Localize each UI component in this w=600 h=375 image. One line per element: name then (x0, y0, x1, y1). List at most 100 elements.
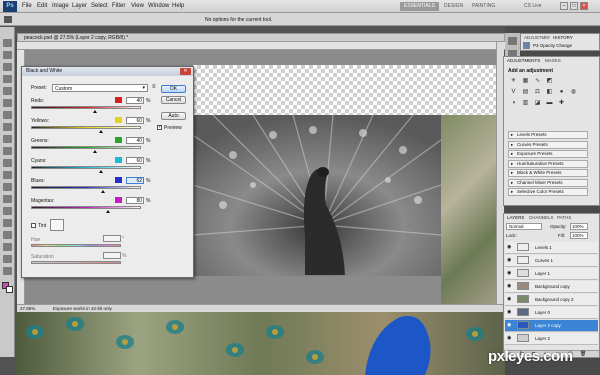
preset-row[interactable]: ▸ Levels Presets (508, 131, 588, 139)
visibility-eye-icon[interactable]: ◉ (507, 294, 511, 304)
eraser-tool-icon[interactable] (3, 159, 12, 167)
tool-preset-icon[interactable] (4, 16, 12, 23)
eyedropper-tool-icon[interactable] (3, 99, 12, 107)
hue-saturation-icon[interactable]: ▤ (522, 89, 529, 96)
zoom-tool-icon[interactable] (3, 267, 12, 275)
workspace-design[interactable]: DESIGN (440, 2, 467, 11)
preset-row[interactable]: ▸ Exposure Presets (508, 150, 588, 158)
gradient-map-icon[interactable]: ▬ (546, 100, 553, 107)
tab-paths[interactable]: PATHS (554, 214, 574, 221)
greens-value-field[interactable]: 40 (126, 137, 144, 144)
greens-slider-thumb[interactable] (92, 150, 97, 153)
hue-slider-track[interactable] (31, 244, 121, 247)
cancel-button[interactable]: Cancel (161, 96, 186, 104)
layer-row[interactable]: ◉ Levels 1 (505, 242, 598, 254)
auto-button[interactable]: Auto (161, 112, 186, 120)
menu-select[interactable]: Select (91, 3, 108, 9)
saturation-slider-track[interactable] (31, 261, 121, 264)
tab-masks[interactable]: MASKS (542, 57, 564, 64)
move-tool-icon[interactable] (3, 39, 12, 47)
history-item[interactable]: P3 Opacity Change (533, 43, 572, 48)
reds-value-field[interactable]: 40 (126, 97, 144, 104)
yellows-slider-thumb[interactable] (99, 130, 104, 133)
layer-row[interactable]: ◉ Layer 2 (505, 333, 598, 345)
opacity-field[interactable]: 100% (570, 223, 588, 230)
exposure-icon[interactable]: ◩ (546, 78, 553, 85)
visibility-eye-icon[interactable]: ◉ (507, 242, 511, 252)
close-icon[interactable]: × (580, 2, 588, 10)
preset-row[interactable]: ▸ Channel Mixer Presets (508, 178, 588, 187)
preset-row[interactable]: ▸ Black & White Presets (508, 169, 588, 177)
menu-file[interactable]: File (22, 3, 32, 9)
magentas-slider-thumb[interactable] (106, 210, 110, 213)
tab-adjustments[interactable]: ADJUSTMENTS (504, 57, 544, 64)
quick-select-tool-icon[interactable] (3, 75, 12, 83)
black-white-icon[interactable]: ◧ (546, 89, 553, 96)
document-tab[interactable]: peacock.psd @ 27.5% (Layer 2 copy, RGB/8… (17, 33, 505, 42)
menu-filter[interactable]: Filter (112, 3, 125, 9)
menu-help[interactable]: Help (172, 3, 184, 9)
layer-row[interactable]: ◉ Layer 0 (505, 307, 598, 319)
reds-slider-thumb[interactable] (92, 110, 97, 113)
visibility-eye-icon[interactable]: ◉ (507, 307, 511, 317)
layer-row[interactable]: ◉ Layer 1 (505, 268, 598, 280)
fill-field[interactable]: 100% (570, 232, 588, 239)
magentas-slider-track[interactable] (31, 206, 141, 209)
dodge-tool-icon[interactable] (3, 195, 12, 203)
invert-icon[interactable]: ◑ (510, 100, 517, 107)
background-color-swatch[interactable] (6, 286, 13, 293)
yellows-slider-track[interactable] (31, 126, 141, 129)
crop-tool-icon[interactable] (3, 87, 12, 95)
tint-color-swatch[interactable] (50, 219, 64, 231)
path-select-tool-icon[interactable] (3, 231, 12, 239)
threshold-icon[interactable]: ◪ (534, 100, 541, 107)
reds-slider-track[interactable] (31, 106, 141, 109)
magentas-value-field[interactable]: 80 (126, 197, 144, 204)
workspace-essentials[interactable]: ESSENTIALS (400, 2, 439, 11)
marquee-tool-icon[interactable] (3, 51, 12, 59)
layer-row[interactable]: ◉ Background copy (505, 281, 598, 293)
color-balance-icon[interactable]: ⚖ (534, 89, 541, 96)
hue-value-field[interactable] (103, 235, 121, 242)
pen-tool-icon[interactable] (3, 207, 12, 215)
preset-row[interactable]: ▸ Hue/Saturation Presets (508, 159, 588, 168)
tab-history[interactable]: HISTORY (550, 34, 576, 41)
blend-mode-select[interactable]: Normal (506, 223, 542, 230)
menu-layer[interactable]: Layer (72, 3, 87, 9)
layer-row[interactable]: ◉ Layer 2 copy (505, 320, 598, 332)
cyans-value-field[interactable]: 60 (126, 157, 144, 164)
menu-image[interactable]: Image (52, 3, 69, 9)
preset-select[interactable]: Custom ▾ (52, 84, 148, 92)
visibility-eye-icon[interactable]: ◉ (507, 255, 511, 265)
healing-brush-tool-icon[interactable] (3, 111, 12, 119)
tab-channels[interactable]: CHANNELS (526, 214, 557, 221)
gradient-tool-icon[interactable] (3, 171, 12, 179)
visibility-eye-icon[interactable]: ◉ (507, 281, 511, 291)
yellows-value-field[interactable]: 60 (126, 117, 144, 124)
menu-view[interactable]: View (131, 3, 144, 9)
tint-checkbox[interactable] (31, 223, 36, 228)
ok-button[interactable]: OK (161, 85, 186, 93)
preset-row[interactable]: ▸ Selective Color Presets (508, 188, 588, 196)
blues-slider-track[interactable] (31, 186, 141, 189)
close-icon[interactable]: ✕ (180, 68, 191, 75)
preset-row[interactable]: ▸ Curves Presets (508, 140, 588, 149)
curves-icon[interactable]: ∿ (534, 78, 541, 85)
vibrance-icon[interactable]: V (510, 89, 517, 96)
visibility-eye-icon[interactable]: ◉ (507, 268, 511, 278)
cyans-slider-track[interactable] (31, 166, 141, 169)
channel-mixer-icon[interactable]: ◍ (570, 89, 577, 96)
blues-slider-thumb[interactable] (100, 190, 105, 193)
photo-filter-icon[interactable]: ● (558, 89, 565, 96)
menu-edit[interactable]: Edit (37, 3, 47, 9)
maximize-icon[interactable]: □ (570, 2, 578, 10)
blur-tool-icon[interactable] (3, 183, 12, 191)
clone-stamp-tool-icon[interactable] (3, 135, 12, 143)
saturation-value-field[interactable] (103, 252, 121, 259)
selective-color-icon[interactable]: ✚ (558, 100, 565, 107)
greens-slider-track[interactable] (31, 146, 141, 149)
lasso-tool-icon[interactable] (3, 63, 12, 71)
cs-live-button[interactable]: CS Live (520, 2, 546, 11)
minimize-icon[interactable]: – (560, 2, 568, 10)
layer-row[interactable]: ◉ Background copy 2 (505, 294, 598, 306)
